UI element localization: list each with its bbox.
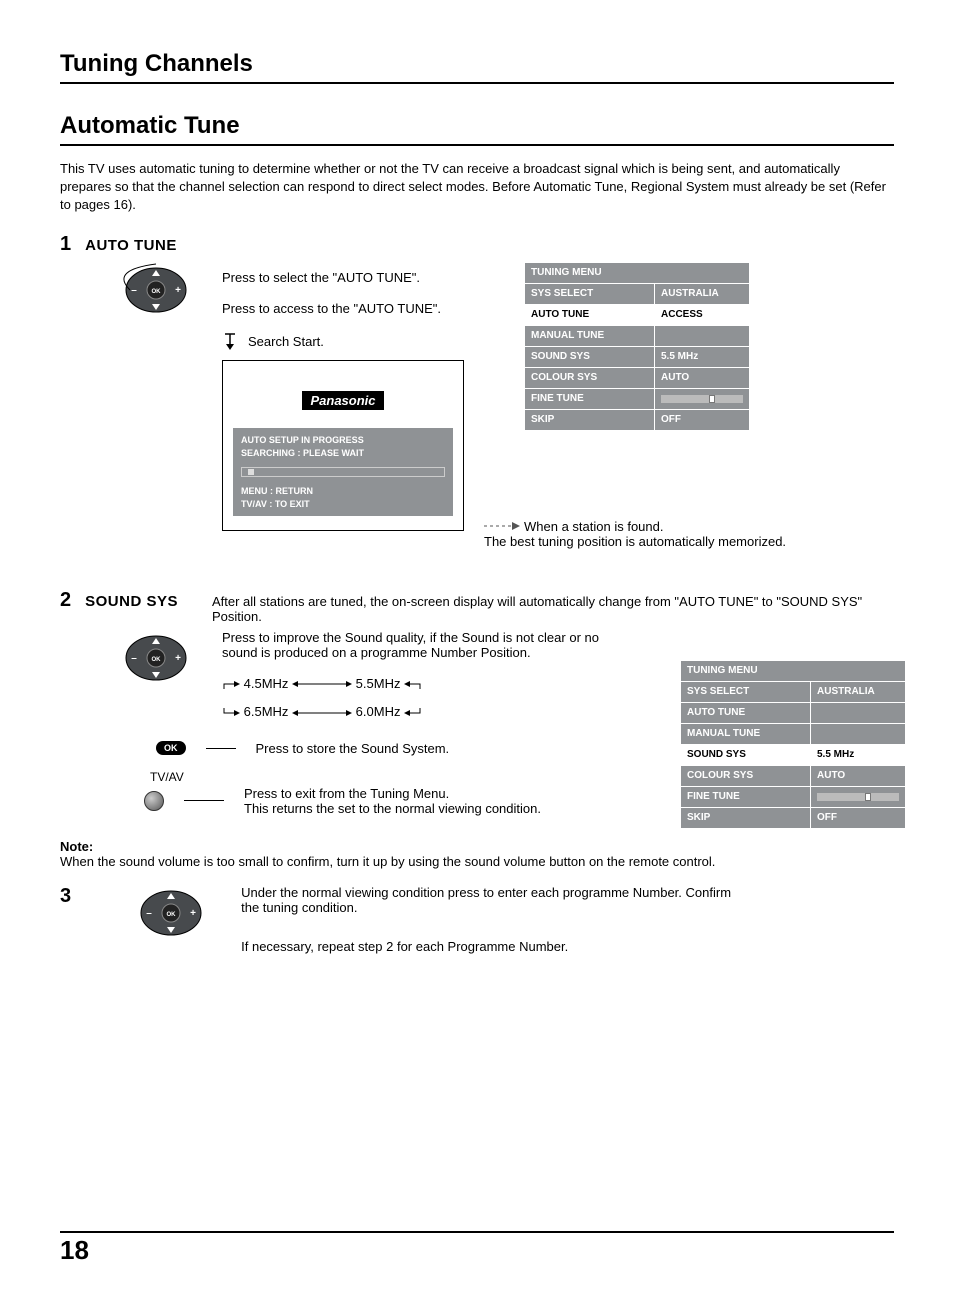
step3-number: 3	[60, 885, 71, 908]
tvav-label: TV/AV	[150, 770, 660, 784]
memorized-text: The best tuning position is automaticall…	[484, 534, 786, 549]
menu-row-label: SYS SELECT	[681, 681, 811, 702]
menu-row-value	[811, 786, 906, 807]
menu2-header: TUNING MENU	[681, 660, 906, 681]
step2-number: 2	[60, 589, 71, 612]
menu-row-value: OFF	[811, 807, 906, 828]
svg-text:–: –	[131, 653, 137, 664]
ok-button-icon: OK	[156, 741, 186, 755]
step2-title: SOUND SYS	[85, 593, 178, 610]
tuning-menu-1: TUNING MENU SYS SELECTAUSTRALIAAUTO TUNE…	[524, 262, 750, 431]
menu-row-value: 5.5 MHz	[811, 744, 906, 765]
svg-text:+: +	[175, 653, 181, 664]
note-text: When the sound volume is too small to co…	[60, 854, 894, 869]
frequency-diagram: 4.5MHz 5.5MHz 6.5MHz 6.0MHz	[222, 670, 660, 727]
menu-row-label: FINE TUNE	[681, 786, 811, 807]
tvav-button-icon	[144, 791, 164, 811]
menu-row-label: MANUAL TUNE	[525, 325, 655, 346]
step2-improve-text: Press to improve the Sound quality, if t…	[222, 630, 622, 660]
menu-row-label: SKIP	[525, 409, 655, 430]
menu-row-value	[811, 723, 906, 744]
menu-row-value: ACCESS	[655, 304, 750, 325]
tvav-exit-text: TV/AV : TO EXIT	[241, 498, 445, 512]
menu-row-label: SKIP	[681, 807, 811, 828]
menu-row-value: AUSTRALIA	[811, 681, 906, 702]
step1-number: 1	[60, 233, 71, 256]
exit-line2: This returns the set to the normal viewi…	[244, 801, 541, 816]
station-found-text: When a station is found.	[524, 519, 786, 534]
svg-text:–: –	[131, 285, 137, 296]
page-title: Tuning Channels	[60, 50, 894, 84]
search-start-text: Search Start.	[248, 334, 324, 349]
menu-row-label: COLOUR SYS	[525, 367, 655, 388]
arrow-down-icon	[222, 332, 238, 352]
svg-text:OK: OK	[167, 912, 177, 918]
svg-text:OK: OK	[152, 657, 162, 663]
menu-row-value: AUTO	[811, 765, 906, 786]
menu-row-label: AUTO TUNE	[681, 702, 811, 723]
menu-row-label: FINE TUNE	[525, 388, 655, 409]
exit-line1: Press to exit from the Tuning Menu.	[244, 786, 541, 801]
menu-row-label: MANUAL TUNE	[681, 723, 811, 744]
menu-row-label: AUTO TUNE	[525, 304, 655, 325]
svg-text:OK: OK	[152, 289, 162, 295]
intro-paragraph: This TV uses automatic tuning to determi…	[60, 160, 894, 215]
svg-text:+: +	[190, 908, 196, 919]
progress-bar	[241, 467, 445, 477]
menu-row-label: SOUND SYS	[681, 744, 811, 765]
step3-line2: If necessary, repeat step 2 for each Pro…	[241, 939, 894, 954]
menu-row-label: SOUND SYS	[525, 346, 655, 367]
menu-row-value: OFF	[655, 409, 750, 430]
menu-return-text: MENU : RETURN	[241, 485, 445, 499]
menu-row-value	[655, 388, 750, 409]
step1-title: AUTO TUNE	[85, 237, 177, 254]
svg-text:–: –	[146, 908, 152, 919]
nav-pad-icon: OK – +	[120, 262, 192, 318]
menu-row-label: COLOUR SYS	[681, 765, 811, 786]
menu-row-value	[811, 702, 906, 723]
svg-text:+: +	[175, 285, 181, 296]
step1-access-text: Press to access to the "AUTO TUNE".	[222, 301, 464, 316]
progress-line1: AUTO SETUP IN PROGRESS	[241, 434, 445, 448]
note-label: Note:	[60, 839, 894, 854]
menu-row-value: 5.5 MHz	[655, 346, 750, 367]
tuning-menu-2: TUNING MENU SYS SELECTAUSTRALIAAUTO TUNE…	[680, 660, 906, 829]
menu-row-value: AUSTRALIA	[655, 283, 750, 304]
step1-select-text: Press to select the "AUTO TUNE".	[222, 270, 464, 285]
panasonic-logo: Panasonic	[302, 391, 383, 410]
progress-line2: SEARCHING : PLEASE WAIT	[241, 447, 445, 461]
ok-store-text: Press to store the Sound System.	[256, 741, 450, 756]
menu-row-label: SYS SELECT	[525, 283, 655, 304]
section-title: Automatic Tune	[60, 112, 894, 146]
nav-pad-icon: OK – +	[120, 630, 192, 686]
page-number: 18	[60, 1231, 894, 1266]
osd-screen: Panasonic AUTO SETUP IN PROGRESS SEARCHI…	[222, 360, 464, 531]
step3-line1: Under the normal viewing condition press…	[241, 885, 741, 915]
nav-pad-icon: OK – +	[135, 885, 207, 941]
menu-row-value	[655, 325, 750, 346]
menu-row-value: AUTO	[655, 367, 750, 388]
menu1-header: TUNING MENU	[525, 262, 750, 283]
step2-intro: After all stations are tuned, the on-scr…	[212, 594, 894, 624]
